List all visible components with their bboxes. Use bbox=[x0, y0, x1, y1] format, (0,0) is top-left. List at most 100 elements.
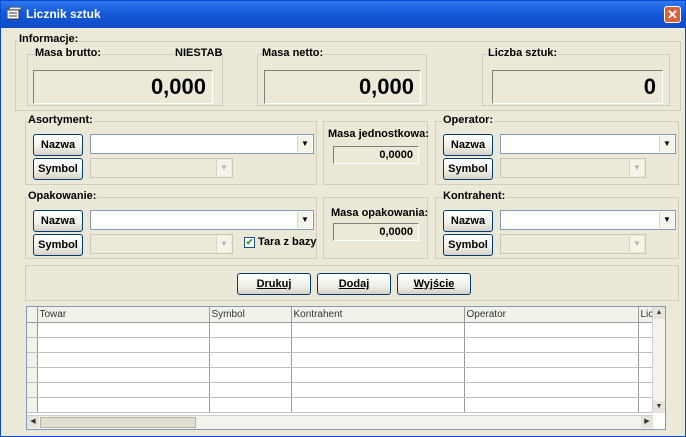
table-row[interactable] bbox=[27, 367, 658, 383]
row-header[interactable] bbox=[27, 397, 38, 413]
kontrahent-symbol-button[interactable]: Symbol bbox=[443, 234, 493, 256]
row-header[interactable] bbox=[27, 382, 38, 398]
table-cell[interactable] bbox=[464, 322, 639, 338]
chevron-down-icon[interactable]: ▼ bbox=[629, 160, 644, 176]
asortyment-nazwa-combo[interactable]: ▼ bbox=[90, 134, 314, 154]
asortyment-nazwa-button[interactable]: Nazwa bbox=[33, 134, 83, 156]
kontrahent-symbol-combo[interactable]: ▼ bbox=[500, 234, 646, 254]
operator-nazwa-button[interactable]: Nazwa bbox=[443, 134, 493, 156]
table-row[interactable] bbox=[27, 397, 658, 413]
opakowanie-nazwa-combo[interactable]: ▼ bbox=[90, 210, 314, 230]
masa-jednostkowa-label: Masa jednostkowa: bbox=[328, 128, 429, 140]
table-cell[interactable] bbox=[464, 397, 639, 413]
masa-brutto-status: NIESTAB bbox=[175, 47, 223, 59]
table-cell[interactable] bbox=[209, 337, 292, 353]
operator-symbol-button[interactable]: Symbol bbox=[443, 158, 493, 180]
table-cell[interactable] bbox=[464, 382, 639, 398]
kontrahent-nazwa-combo[interactable]: ▼ bbox=[500, 210, 676, 230]
table-cell[interactable] bbox=[291, 397, 465, 413]
informacje-label: Informacje: bbox=[18, 33, 80, 45]
wyjscie-button[interactable]: Wyjście bbox=[397, 273, 471, 295]
column-header-symbol[interactable]: Symbol bbox=[209, 307, 292, 323]
row-header[interactable] bbox=[27, 367, 38, 383]
window-title: Licznik sztuk bbox=[26, 7, 101, 21]
chevron-down-icon[interactable]: ▼ bbox=[297, 136, 312, 152]
table-cell[interactable] bbox=[291, 367, 465, 383]
row-header-corner bbox=[27, 307, 38, 323]
row-header[interactable] bbox=[27, 322, 38, 338]
opakowanie-nazwa-button[interactable]: Nazwa bbox=[33, 210, 83, 232]
data-grid[interactable]: Towar Symbol Kontrahent Operator Liczba … bbox=[26, 306, 666, 430]
app-icon bbox=[7, 7, 21, 20]
masa-jednostkowa-value: 0,0000 bbox=[333, 146, 419, 164]
main-window: Licznik sztuk ✕ Informacje: Masa brutto:… bbox=[0, 0, 686, 437]
table-cell[interactable] bbox=[464, 352, 639, 368]
opakowanie-symbol-combo[interactable]: ▼ bbox=[90, 234, 233, 254]
column-header-operator[interactable]: Operator bbox=[464, 307, 639, 323]
column-header-kontrahent[interactable]: Kontrahent bbox=[291, 307, 465, 323]
drukuj-button[interactable]: Drukuj bbox=[237, 273, 311, 295]
check-icon[interactable]: ✔ bbox=[244, 236, 255, 248]
kontrahent-nazwa-button[interactable]: Nazwa bbox=[443, 210, 493, 232]
table-cell[interactable] bbox=[209, 352, 292, 368]
table-cell[interactable] bbox=[291, 337, 465, 353]
table-cell[interactable] bbox=[37, 337, 210, 353]
row-header[interactable] bbox=[27, 352, 38, 368]
asortyment-symbol-button[interactable]: Symbol bbox=[33, 158, 83, 180]
chevron-down-icon[interactable]: ▼ bbox=[297, 212, 312, 228]
tara-z-bazy-label: Tara z bazy bbox=[258, 236, 317, 248]
kontrahent-label: Kontrahent: bbox=[442, 190, 507, 202]
operator-nazwa-combo[interactable]: ▼ bbox=[500, 134, 676, 154]
asortyment-symbol-combo[interactable]: ▼ bbox=[90, 158, 233, 178]
table-cell[interactable] bbox=[37, 322, 210, 338]
scroll-up-icon[interactable]: ▲ bbox=[653, 307, 665, 319]
close-icon: ✕ bbox=[667, 7, 678, 22]
scroll-down-icon[interactable]: ▼ bbox=[653, 401, 665, 413]
table-cell[interactable] bbox=[37, 382, 210, 398]
asortyment-label: Asortyment: bbox=[27, 114, 94, 126]
table-cell[interactable] bbox=[464, 337, 639, 353]
table-cell[interactable] bbox=[291, 382, 465, 398]
vertical-scrollbar[interactable]: ▲ ▼ bbox=[652, 307, 665, 413]
operator-symbol-combo[interactable]: ▼ bbox=[500, 158, 646, 178]
dodaj-button[interactable]: Dodaj bbox=[317, 273, 391, 295]
masa-netto-value: 0,000 bbox=[264, 70, 421, 104]
horizontal-scrollbar[interactable]: ◀ ▶ bbox=[27, 415, 653, 429]
table-cell[interactable] bbox=[37, 397, 210, 413]
scroll-right-icon[interactable]: ▶ bbox=[641, 416, 653, 428]
opakowanie-symbol-button[interactable]: Symbol bbox=[33, 234, 83, 256]
chevron-down-icon[interactable]: ▼ bbox=[659, 136, 674, 152]
column-header-towar[interactable]: Towar bbox=[37, 307, 210, 323]
row-header[interactable] bbox=[27, 337, 38, 353]
chevron-down-icon[interactable]: ▼ bbox=[659, 212, 674, 228]
chevron-down-icon[interactable]: ▼ bbox=[216, 236, 231, 252]
table-row[interactable] bbox=[27, 382, 658, 398]
masa-brutto-value: 0,000 bbox=[33, 70, 213, 104]
masa-netto-label: Masa netto: bbox=[262, 47, 324, 59]
table-cell[interactable] bbox=[37, 367, 210, 383]
table-cell[interactable] bbox=[209, 322, 292, 338]
masa-brutto-label: Masa brutto: bbox=[35, 47, 101, 59]
tara-z-bazy-checkbox[interactable]: ✔ Tara z bazy bbox=[244, 236, 317, 248]
close-button[interactable]: ✕ bbox=[664, 6, 681, 23]
table-cell[interactable] bbox=[209, 397, 292, 413]
table-cell[interactable] bbox=[209, 367, 292, 383]
table-row[interactable] bbox=[27, 352, 658, 368]
horizontal-scroll-thumb[interactable] bbox=[40, 417, 196, 428]
liczba-sztuk-value: 0 bbox=[492, 70, 663, 104]
table-cell[interactable] bbox=[37, 352, 210, 368]
table-row[interactable] bbox=[27, 337, 658, 353]
table-cell[interactable] bbox=[291, 322, 465, 338]
grid-header-row: Towar Symbol Kontrahent Operator Liczba bbox=[27, 307, 658, 323]
chevron-down-icon[interactable]: ▼ bbox=[216, 160, 231, 176]
table-cell[interactable] bbox=[464, 367, 639, 383]
table-row[interactable] bbox=[27, 322, 658, 338]
opakowanie-label: Opakowanie: bbox=[27, 190, 98, 202]
liczba-sztuk-label: Liczba sztuk: bbox=[488, 47, 558, 59]
masa-opakowania-value: 0,0000 bbox=[333, 223, 419, 241]
table-cell[interactable] bbox=[291, 352, 465, 368]
chevron-down-icon[interactable]: ▼ bbox=[629, 236, 644, 252]
scroll-left-icon[interactable]: ◀ bbox=[27, 416, 39, 428]
table-cell[interactable] bbox=[209, 382, 292, 398]
operator-label: Operator: bbox=[442, 114, 495, 126]
